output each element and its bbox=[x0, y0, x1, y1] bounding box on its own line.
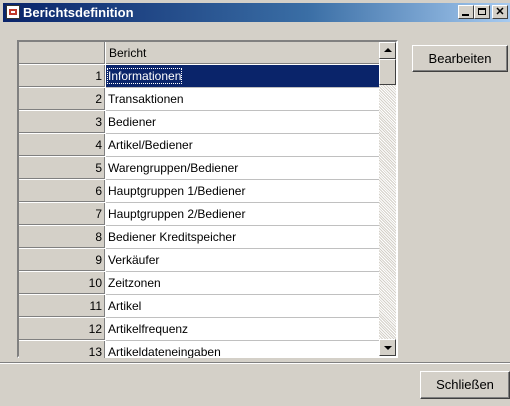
table-row[interactable]: 5 Warengruppen/Bediener bbox=[19, 157, 379, 180]
table-row[interactable]: 12 Artikelfrequenz bbox=[19, 318, 379, 341]
row-number[interactable]: 1 bbox=[19, 65, 105, 87]
scrollbar-thumb[interactable] bbox=[379, 59, 396, 85]
column-header-bericht[interactable]: Bericht bbox=[106, 42, 379, 64]
close-button[interactable]: Schließen bbox=[420, 371, 510, 399]
row-number[interactable]: 2 bbox=[19, 88, 105, 110]
report-name-cell[interactable]: Warengruppen/Bediener bbox=[106, 157, 379, 180]
table-row[interactable]: 7 Hauptgruppen 2/Bediener bbox=[19, 203, 379, 226]
row-number[interactable]: 6 bbox=[19, 180, 105, 202]
maximize-button[interactable] bbox=[474, 5, 490, 19]
report-definition-window: Berichtsdefinition ✕ Bericht 1 Informatio… bbox=[0, 0, 510, 406]
scroll-up-arrow-icon[interactable] bbox=[379, 42, 396, 59]
row-number[interactable]: 7 bbox=[19, 203, 105, 225]
report-name-cell[interactable]: Bediener bbox=[106, 111, 379, 134]
close-window-button[interactable]: ✕ bbox=[492, 5, 508, 19]
report-name-cell[interactable]: Hauptgruppen 2/Bediener bbox=[106, 203, 379, 226]
grid-body: Bericht 1 Informationen 2 Transaktionen 3 Bed… bbox=[19, 42, 379, 358]
report-name-label: Bediener bbox=[108, 115, 157, 129]
report-name-cell[interactable]: Zeitzonen bbox=[106, 272, 379, 295]
table-row[interactable]: 2 Transaktionen bbox=[19, 88, 379, 111]
report-name-label: Artikel bbox=[108, 299, 142, 313]
window-title: Berichtsdefinition bbox=[23, 5, 134, 20]
table-row[interactable]: 3 Bediener bbox=[19, 111, 379, 134]
footer-separator bbox=[0, 362, 510, 364]
row-number[interactable]: 8 bbox=[19, 226, 105, 248]
report-name-label: Transaktionen bbox=[108, 92, 184, 106]
report-name-label: Artikelfrequenz bbox=[108, 322, 189, 336]
table-row[interactable]: 6 Hauptgruppen 1/Bediener bbox=[19, 180, 379, 203]
report-name-label: Hauptgruppen 2/Bediener bbox=[108, 207, 246, 221]
report-name-label: Artikeldateneingaben bbox=[108, 345, 221, 358]
report-name-cell[interactable]: Hauptgruppen 1/Bediener bbox=[106, 180, 379, 203]
report-name-label: Warengruppen/Bediener bbox=[108, 161, 239, 175]
report-grid: Bericht 1 Informationen 2 Transaktionen 3 Bed… bbox=[17, 40, 398, 358]
report-name-label: Informationen bbox=[106, 68, 183, 84]
row-number[interactable]: 9 bbox=[19, 249, 105, 271]
edit-button[interactable]: Bearbeiten bbox=[412, 45, 508, 72]
row-number[interactable]: 10 bbox=[19, 272, 105, 294]
report-name-label: Artikel/Bediener bbox=[108, 138, 193, 152]
vertical-scrollbar[interactable] bbox=[379, 42, 396, 356]
title-bar[interactable]: Berichtsdefinition ✕ bbox=[3, 3, 510, 22]
report-name-label: Bediener Kreditspeicher bbox=[108, 230, 237, 244]
report-name-cell[interactable]: Transaktionen bbox=[106, 88, 379, 111]
report-name-label: Zeitzonen bbox=[108, 276, 161, 290]
table-row[interactable]: 9 Verkäufer bbox=[19, 249, 379, 272]
table-row[interactable]: 11 Artikel bbox=[19, 295, 379, 318]
report-name-cell[interactable]: Artikel/Bediener bbox=[106, 134, 379, 157]
grid-corner-cell bbox=[19, 42, 105, 64]
row-number[interactable]: 11 bbox=[19, 295, 105, 317]
table-row[interactable]: 1 Informationen bbox=[19, 65, 379, 88]
app-icon bbox=[6, 5, 20, 19]
row-number[interactable]: 12 bbox=[19, 318, 105, 340]
report-name-label: Verkäufer bbox=[108, 253, 160, 267]
report-name-label: Hauptgruppen 1/Bediener bbox=[108, 184, 246, 198]
row-number[interactable]: 3 bbox=[19, 111, 105, 133]
report-name-cell[interactable]: Bediener Kreditspeicher bbox=[106, 226, 379, 249]
table-row[interactable]: 13 Artikeldateneingaben bbox=[19, 341, 379, 358]
row-number[interactable]: 5 bbox=[19, 157, 105, 179]
table-row[interactable]: 10 Zeitzonen bbox=[19, 272, 379, 295]
report-name-cell[interactable]: Artikelfrequenz bbox=[106, 318, 379, 341]
report-name-cell[interactable]: Artikel bbox=[106, 295, 379, 318]
row-number[interactable]: 13 bbox=[19, 341, 105, 358]
report-name-cell[interactable]: Verkäufer bbox=[106, 249, 379, 272]
minimize-button[interactable] bbox=[458, 5, 474, 19]
report-name-cell[interactable]: Artikeldateneingaben bbox=[106, 341, 379, 358]
table-row[interactable]: 4 Artikel/Bediener bbox=[19, 134, 379, 157]
report-name-cell[interactable]: Informationen bbox=[106, 65, 379, 88]
scroll-down-arrow-icon[interactable] bbox=[379, 339, 396, 356]
table-row[interactable]: 8 Bediener Kreditspeicher bbox=[19, 226, 379, 249]
row-number[interactable]: 4 bbox=[19, 134, 105, 156]
